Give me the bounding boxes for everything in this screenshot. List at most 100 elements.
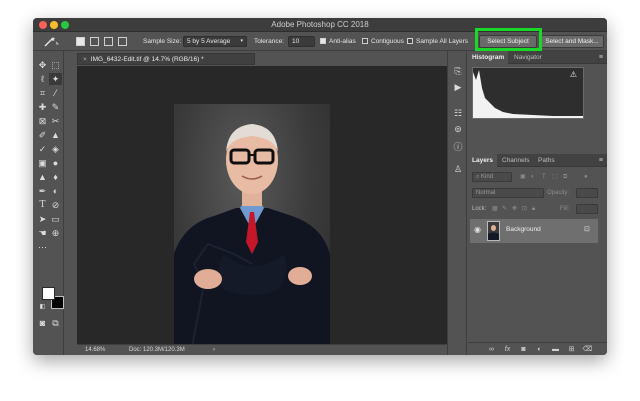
new-selection-mode-icon[interactable] — [76, 37, 85, 46]
sharpen-tool-icon[interactable]: ▲ — [36, 171, 49, 183]
blend-mode-select[interactable]: Normal — [472, 188, 544, 198]
quick-selection-tool-icon[interactable]: ✦ — [49, 73, 62, 85]
patch-tool-icon[interactable]: ✂ — [49, 115, 62, 127]
delete-layer-icon[interactable]: ⌫ — [582, 344, 593, 355]
eraser-tool-icon[interactable]: ◈ — [49, 143, 62, 155]
pixel-filter-icon[interactable]: ▣ — [520, 172, 526, 182]
path-selection-tool-icon[interactable]: ➤ — [36, 213, 49, 225]
link-layers-icon[interactable]: ∞ — [486, 344, 497, 355]
move-tool-icon[interactable]: ✥ — [36, 59, 49, 71]
contiguous-checkbox[interactable]: Contiguous — [362, 36, 404, 47]
actions-play-icon[interactable]: ▶ — [452, 81, 464, 93]
marquee-tool-icon[interactable]: ⬚ — [49, 59, 62, 71]
sample-all-layers-checkbox[interactable]: Sample All Layers — [407, 36, 468, 47]
stamp-tool-icon[interactable]: ▲ — [49, 129, 62, 141]
panel-menu-icon[interactable]: ≡ — [599, 51, 603, 64]
subtract-from-selection-mode-icon[interactable] — [104, 37, 113, 46]
photoshop-window: Adobe Photoshop CC 2018 Sample Size: 5 b… — [33, 18, 607, 355]
layers-panel-tabs: Layers Channels Paths ≡ — [468, 154, 607, 167]
sample-size-select[interactable]: 5 by 5 Average ▾ — [183, 36, 247, 47]
crop-tool-icon[interactable]: ⌗ — [36, 87, 49, 99]
opacity-label: Opacity: — [547, 190, 570, 196]
status-bar: 14.68% Doc: 120.3M/120.3M › — [77, 344, 447, 355]
history-panel-icon[interactable]: ⎘ — [452, 65, 464, 77]
lock-position-icon[interactable]: ✥ — [512, 204, 517, 214]
lock-label: Lock: — [472, 206, 487, 212]
smart-object-filter-icon[interactable]: ⧉ — [563, 172, 567, 182]
close-icon[interactable]: × — [83, 56, 87, 63]
lasso-tool-icon[interactable]: ℓ — [36, 73, 49, 85]
document-tab[interactable]: × IMG_6432-Edit.tif @ 14.7% (RGB/16) * — [77, 53, 255, 65]
fill-input[interactable] — [576, 204, 598, 214]
clone-source-panel-icon[interactable]: ♙ — [452, 163, 464, 175]
tab-paths[interactable]: Paths — [534, 154, 559, 167]
add-to-selection-mode-icon[interactable] — [90, 37, 99, 46]
document-photo[interactable] — [174, 104, 330, 347]
collapsed-panel-dock: ⎘ ▶ ☷ ⊜ ⓘ ♙ — [447, 51, 467, 355]
brush-tool-icon[interactable]: ✎ — [49, 101, 62, 113]
frame-tool-icon[interactable]: ⊠ — [36, 115, 49, 127]
adjustments-panel-icon[interactable]: ⊜ — [452, 123, 464, 135]
layer-filter-row: ⌕ Kind ▣ ◐ T ⬚ ⧉ ● — [470, 172, 598, 183]
hand-tool-icon[interactable]: ☚ — [36, 227, 49, 239]
default-colors-icon[interactable]: ◧ — [36, 301, 49, 313]
pen-tool-icon[interactable]: ✒ — [36, 185, 49, 197]
opacity-input[interactable] — [576, 188, 598, 198]
layer-style-icon[interactable]: fx — [502, 344, 513, 355]
cached-data-warning-icon[interactable]: ⚠ — [570, 70, 577, 79]
spot-healing-tool-icon[interactable]: ✚ — [36, 101, 49, 113]
blend-mode-row: Normal Opacity: — [470, 188, 598, 199]
layer-name: Background — [506, 226, 541, 233]
new-group-icon[interactable]: ▬ — [550, 344, 561, 355]
foreground-color-swatch[interactable] — [42, 287, 55, 300]
tab-channels[interactable]: Channels — [498, 154, 533, 167]
type-tool-icon[interactable]: T — [36, 199, 49, 211]
status-menu-arrow[interactable]: › — [213, 345, 215, 355]
new-layer-icon[interactable]: ⊞ — [566, 344, 577, 355]
zoom-tool-icon[interactable]: ⊕ — [49, 227, 62, 239]
history-brush-tool-icon[interactable]: ✓ — [36, 143, 49, 155]
zoom-level[interactable]: 14.68% — [85, 345, 105, 355]
intersect-selection-mode-icon[interactable] — [118, 37, 127, 46]
lock-icon[interactable]: ⊡ — [584, 225, 590, 233]
lock-all-icon[interactable]: 🔒︎ — [532, 204, 535, 214]
extra-tools-icon[interactable]: ⋯ — [36, 241, 49, 253]
screen-mode-icon[interactable]: ⧉ — [49, 317, 62, 329]
layer-thumbnail — [487, 221, 500, 241]
fill-label: Fill: — [560, 206, 570, 212]
quick-selection-tool-icon[interactable] — [43, 36, 61, 47]
select-and-mask-button[interactable]: Select and Mask... — [540, 35, 604, 48]
lock-artboard-icon[interactable]: ⊡ — [522, 204, 527, 214]
add-mask-icon[interactable]: ◙ — [518, 344, 529, 355]
type-filter-icon[interactable]: T — [542, 172, 546, 182]
tolerance-input[interactable]: 10 — [288, 36, 315, 47]
lock-image-icon[interactable]: ✎ — [502, 204, 507, 214]
eye-icon[interactable]: ◉ — [474, 225, 481, 234]
tab-navigator[interactable]: Navigator — [510, 51, 546, 64]
histogram-panel-tabs: Histogram Navigator ≡ — [468, 51, 607, 64]
properties-panel-icon[interactable]: ☷ — [452, 107, 464, 119]
layer-row-background[interactable]: ◉ Background ⊡ — [470, 219, 598, 243]
gradient-tool-icon[interactable]: ▣ — [36, 157, 49, 169]
tab-layers[interactable]: Layers — [468, 154, 497, 167]
filter-toggle-icon[interactable]: ● — [584, 172, 588, 182]
blur-tool-icon[interactable]: ● — [49, 157, 62, 169]
info-panel-icon[interactable]: ⓘ — [452, 141, 464, 153]
tab-histogram[interactable]: Histogram — [468, 51, 509, 64]
freeform-pen-tool-icon[interactable]: ⊘ — [49, 199, 62, 211]
anti-alias-checkbox[interactable]: Anti-alias — [320, 36, 356, 47]
adjustment-layer-icon[interactable]: ◐ — [534, 344, 545, 355]
clone-stamp-tool-icon[interactable]: ✐ — [36, 129, 49, 141]
adjustment-filter-icon[interactable]: ◐ — [531, 172, 535, 182]
kind-filter-select[interactable]: ⌕ Kind — [472, 172, 512, 182]
shape-filter-icon[interactable]: ⬚ — [552, 172, 558, 182]
lock-pixels-icon[interactable]: ▦ — [492, 204, 498, 214]
layers-panel-footer: ∞ fx ◙ ◐ ▬ ⊞ ⌫ — [468, 342, 607, 355]
dodge-tool-icon[interactable]: ♦ — [49, 171, 62, 183]
eyedropper-tool-icon[interactable]: ⁄ — [49, 87, 62, 99]
sponge-tool-icon[interactable]: ◐ — [49, 185, 62, 197]
panel-menu-icon[interactable]: ≡ — [599, 154, 603, 167]
tools-panel: ✥ ⬚ ℓ ✦ ⌗ ⁄ ✚ ✎ ⊠ ✂ ✐ ▲ ✓ ◈ ▣ ● ▲ ♦ ✒ ◐ … — [33, 51, 64, 355]
quick-mask-icon[interactable]: ◙ — [36, 317, 49, 329]
shape-tool-icon[interactable]: ▭ — [49, 213, 62, 225]
